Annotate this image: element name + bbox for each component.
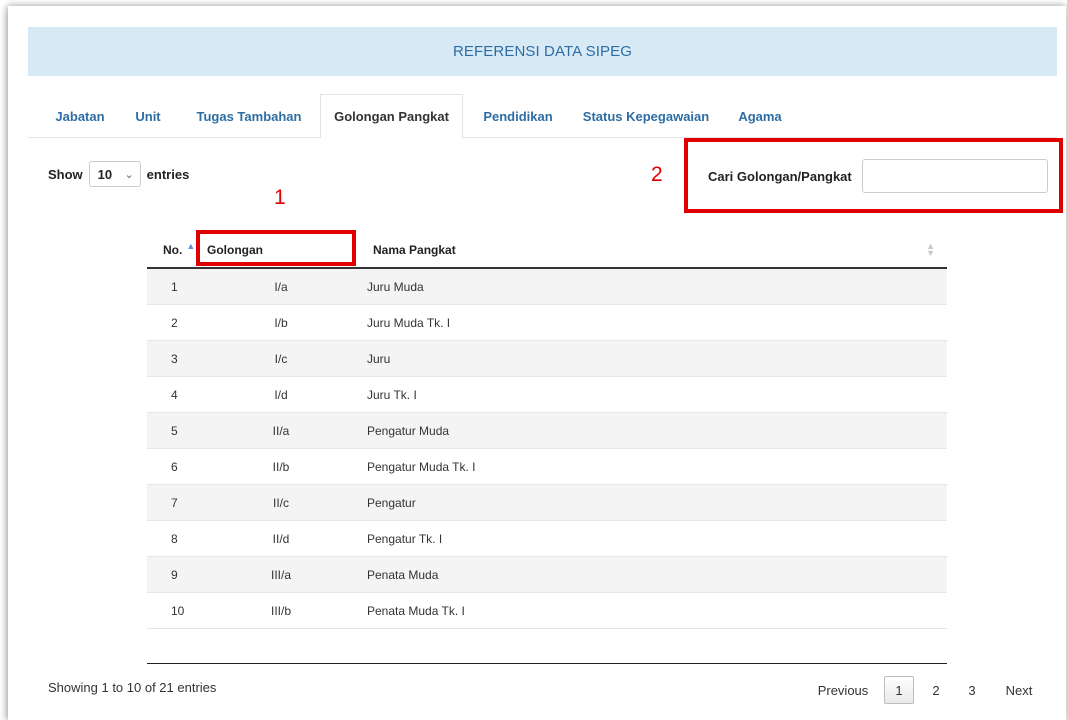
- tab-golongan-pangkat[interactable]: Golongan Pangkat: [320, 94, 463, 139]
- cell-nama-pangkat: Juru Muda: [367, 280, 424, 294]
- cell-nama-pangkat: Juru: [367, 352, 391, 366]
- page-title: REFERENSI DATA SIPEG: [453, 43, 632, 60]
- annotation-number-2: 2: [651, 163, 663, 186]
- cell-golongan: II/a: [272, 424, 290, 438]
- length-menu-suffix: entries: [146, 166, 190, 182]
- tab-status-kepegawaian[interactable]: Status Kepegawaian: [574, 94, 718, 138]
- tab-jabatan[interactable]: Jabatan: [46, 94, 114, 138]
- sort-both-icon: ▲ ▼: [926, 240, 935, 258]
- table-row: 6 II/b Pengatur Muda Tk. I: [147, 449, 947, 485]
- data-table: No. ▲ Golongan Nama Pangkat ▲ ▼ 1 I/a Juru …: [147, 230, 947, 629]
- cell-nama-pangkat: Penata Muda Tk. I: [367, 604, 465, 618]
- entries-select-value: 10: [97, 166, 113, 182]
- search-label: Cari Golongan/Pangkat: [708, 168, 852, 184]
- tab-pendidikan[interactable]: Pendidikan: [473, 94, 563, 138]
- cell-no: 1: [171, 280, 178, 294]
- cell-nama-pangkat: Pengatur Tk. I: [367, 532, 443, 546]
- cell-no: 8: [171, 532, 178, 546]
- tab-tugas-tambahan[interactable]: Tugas Tambahan: [188, 94, 310, 138]
- cell-golongan: III/b: [270, 604, 291, 618]
- table-row: 10 III/b Penata Muda Tk. I: [147, 593, 947, 629]
- table-row: 4 I/d Juru Tk. I: [147, 377, 947, 413]
- cell-no: 5: [171, 424, 178, 438]
- page-title-bar: REFERENSI DATA SIPEG: [28, 27, 1057, 76]
- table-header: No. ▲ Golongan Nama Pangkat ▲ ▼: [147, 230, 947, 269]
- column-header-no[interactable]: No. ▲: [163, 230, 195, 269]
- table-footer-line: [147, 663, 947, 664]
- length-menu-prefix: Show: [48, 166, 83, 182]
- chevron-down-icon: ⌄: [124, 168, 134, 181]
- pagination-page-1[interactable]: 1: [884, 676, 914, 704]
- sort-ascending-icon: ▲: [186, 240, 196, 251]
- column-header-golongan-label: Golongan: [207, 242, 263, 257]
- cell-golongan: II/c: [272, 496, 289, 510]
- cell-nama-pangkat: Pengatur Muda Tk. I: [367, 460, 476, 474]
- cell-nama-pangkat: Juru Tk. I: [367, 388, 417, 402]
- cell-golongan: III/a: [270, 568, 291, 582]
- cell-no: 7: [171, 496, 178, 510]
- cell-nama-pangkat: Penata Muda: [367, 568, 439, 582]
- tab-agama[interactable]: Agama: [728, 94, 792, 138]
- tab-bar: Jabatan Unit Tugas Tambahan Golongan Pan…: [28, 94, 1057, 139]
- column-header-nama-pangkat-label: Nama Pangkat: [373, 242, 456, 257]
- table-row: 7 II/c Pengatur: [147, 485, 947, 521]
- cell-golongan: I/a: [274, 280, 288, 294]
- pagination-next[interactable]: Next: [998, 676, 1040, 704]
- table-row: 3 I/c Juru: [147, 341, 947, 377]
- entries-select[interactable]: 10 ⌄: [88, 161, 141, 187]
- cell-nama-pangkat: Pengatur Muda: [367, 424, 450, 438]
- pagination-previous[interactable]: Previous: [812, 676, 874, 704]
- table-body: 1 I/a Juru Muda 2 I/b Juru Muda Tk. I 3 I/c Juru…: [147, 269, 947, 629]
- table-info: Showing 1 to 10 of 21 entries: [48, 680, 217, 695]
- table-row: 8 II/d Pengatur Tk. I: [147, 521, 947, 557]
- search-area: Cari Golongan/Pangkat: [708, 159, 1048, 193]
- cell-no: 3: [171, 352, 178, 366]
- length-menu: Show 10 ⌄ entries: [48, 160, 189, 188]
- tab-unit[interactable]: Unit: [128, 94, 168, 138]
- cell-no: 9: [171, 568, 178, 582]
- cell-nama-pangkat: Pengatur: [367, 496, 416, 510]
- cell-golongan: II/b: [272, 460, 290, 474]
- cell-no: 6: [171, 460, 178, 474]
- pagination-page-3[interactable]: 3: [958, 676, 986, 704]
- pagination-page-2[interactable]: 2: [922, 676, 950, 704]
- search-input[interactable]: [861, 159, 1048, 193]
- annotation-number-1: 1: [274, 186, 286, 209]
- cell-golongan: I/c: [274, 352, 288, 366]
- table-row: 1 I/a Juru Muda: [147, 269, 947, 305]
- table-row: 5 II/a Pengatur Muda: [147, 413, 947, 449]
- cell-no: 10: [171, 604, 185, 618]
- cell-golongan: I/b: [274, 316, 288, 330]
- table-row: 9 III/a Penata Muda: [147, 557, 947, 593]
- cell-golongan: I/d: [274, 388, 288, 402]
- table-row: 2 I/b Juru Muda Tk. I: [147, 305, 947, 341]
- column-header-golongan[interactable]: Golongan: [207, 230, 355, 269]
- cell-nama-pangkat: Juru Muda Tk. I: [367, 316, 451, 330]
- cell-no: 4: [171, 388, 178, 402]
- cell-no: 2: [171, 316, 178, 330]
- column-header-no-label: No.: [163, 242, 183, 257]
- cell-golongan: II/d: [272, 532, 290, 546]
- column-header-nama-pangkat[interactable]: Nama Pangkat ▲ ▼: [373, 230, 945, 269]
